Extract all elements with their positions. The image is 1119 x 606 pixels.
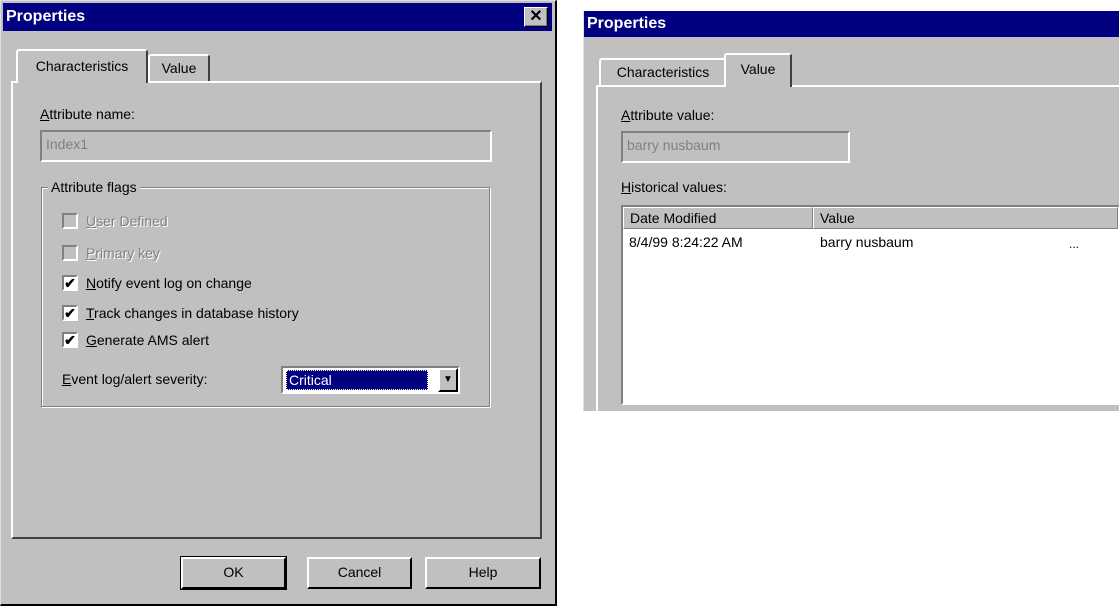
properties-dialog-value: Properties Characteristics Value Attribu… <box>583 11 1119 411</box>
checkbox-box: ✔ <box>62 305 78 321</box>
severity-value: Critical <box>286 370 428 390</box>
close-button[interactable]: ✕ <box>524 7 548 27</box>
attribute-flags-label: Attribute flags <box>48 178 140 196</box>
checkbox-box <box>62 245 78 261</box>
properties-dialog-characteristics: Properties ✕ Characteristics Value Attri… <box>0 0 557 606</box>
checkbox-label: Primary key <box>86 245 160 261</box>
title-bar[interactable]: Properties <box>3 3 552 31</box>
column-header-value[interactable]: Value <box>813 207 1118 229</box>
dialog-title: Properties <box>587 15 667 32</box>
check-icon: ✔ <box>64 332 76 348</box>
attribute-value-field[interactable]: barry nusbaum <box>621 131 850 163</box>
title-bar[interactable]: Properties <box>584 11 1119 37</box>
help-button[interactable]: Help <box>425 557 541 589</box>
table-row[interactable]: 8/4/99 8:24:22 AM barry nusbaum ... <box>623 231 1118 253</box>
tab-value[interactable]: Value <box>724 53 792 87</box>
close-icon: ✕ <box>529 8 543 25</box>
checkbox-box: ✔ <box>62 332 78 348</box>
tab-label: Characteristics <box>35 58 129 74</box>
tab-value[interactable]: Value <box>148 54 210 82</box>
more-button[interactable]: ... <box>1069 234 1079 254</box>
checkbox-label: Track changes in database history <box>86 305 299 321</box>
dropdown-arrow-button[interactable]: ▼ <box>438 368 458 392</box>
value-cell: barry nusbaum <box>820 234 914 250</box>
check-icon: ✔ <box>64 305 76 321</box>
column-header-date-modified[interactable]: Date Modified <box>623 207 813 229</box>
cancel-button[interactable]: Cancel <box>307 557 412 589</box>
tab-characteristics[interactable]: Characteristics <box>599 58 727 86</box>
dialog-title: Properties <box>6 8 86 25</box>
severity-label: Event log/alert severity: <box>62 371 208 387</box>
chevron-down-icon: ▼ <box>443 374 453 385</box>
tab-characteristics[interactable]: Characteristics <box>16 49 148 83</box>
attribute-value-label: Attribute value: <box>621 107 715 123</box>
tab-label: Value <box>740 61 776 77</box>
check-icon: ✔ <box>64 275 76 291</box>
date-modified-cell: 8/4/99 8:24:22 AM <box>629 234 743 250</box>
checkbox-box: ✔ <box>62 275 78 291</box>
severity-dropdown[interactable]: Critical ▼ <box>281 366 460 394</box>
checkbox-label: Generate AMS alert <box>86 332 209 348</box>
attribute-name-label: Attribute name: <box>40 106 135 122</box>
checkbox-label: Notify event log on change <box>86 275 252 291</box>
historical-values-list[interactable]: Date Modified Value 8/4/99 8:24:22 AM ba… <box>621 205 1119 405</box>
checkbox-label: User Defined <box>86 213 168 229</box>
tab-label: Characteristics <box>616 64 710 80</box>
attribute-name-field[interactable]: Index1 <box>40 130 492 162</box>
checkbox-box <box>62 213 78 229</box>
tab-label: Value <box>161 60 197 76</box>
historical-values-label: Historical values: <box>621 179 727 195</box>
ok-button[interactable]: OK <box>180 556 287 590</box>
